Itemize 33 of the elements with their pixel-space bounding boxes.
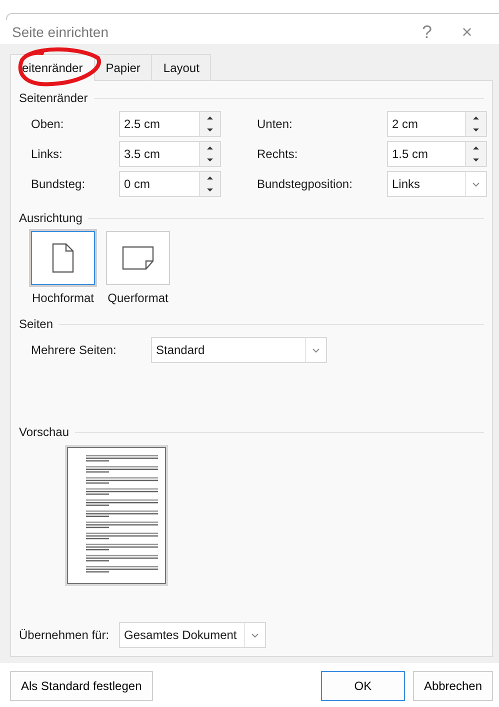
- spin-field[interactable]: 0 cm: [119, 171, 221, 197]
- section-heading: Vorschau: [19, 425, 70, 439]
- field-label: Bundstegposition:: [257, 177, 354, 191]
- field-label: Links:: [31, 147, 64, 161]
- spin-field[interactable]: 1.5 cm: [387, 141, 487, 167]
- spin-field[interactable]: 2.5 cm: [119, 111, 221, 137]
- field-label: Rechts:: [257, 147, 299, 161]
- set-default-button[interactable]: Als Standard festlegen: [10, 671, 153, 701]
- field-label: Oben:: [31, 117, 65, 131]
- ok-button[interactable]: OK: [320, 671, 405, 701]
- field-label: Übernehmen für:: [19, 628, 110, 642]
- orientation-button[interactable]: [106, 231, 170, 285]
- landscape-page-icon: [122, 246, 154, 270]
- help-button[interactable]: ?: [407, 22, 447, 42]
- orientation-button[interactable]: [31, 231, 95, 285]
- section-heading: Ausrichtung: [19, 211, 82, 225]
- option-label: Hochformat: [32, 291, 94, 305]
- close-button[interactable]: ×: [447, 22, 487, 42]
- option-label: Querformat: [108, 291, 168, 305]
- field-label: Unten:: [257, 117, 294, 131]
- dropdown-field[interactable]: Links: [387, 171, 487, 197]
- window-title: Seite einrichten: [12, 24, 110, 40]
- tab[interactable]: Layout: [151, 54, 212, 80]
- section-heading: Seitenränder: [19, 91, 88, 105]
- section-heading: Seiten: [19, 317, 54, 331]
- spin-field[interactable]: 2 cm: [387, 111, 487, 137]
- portrait-page-icon: [52, 243, 74, 273]
- spin-field[interactable]: 3.5 cm: [119, 141, 221, 167]
- field-label: Bundsteg:: [31, 177, 86, 191]
- dropdown-field[interactable]: Standard: [151, 337, 327, 363]
- dropdown-field[interactable]: Gesamtes Dokument: [119, 622, 266, 648]
- cancel-button[interactable]: Abbrechen: [412, 671, 493, 701]
- field-label: Mehrere Seiten:: [31, 343, 118, 357]
